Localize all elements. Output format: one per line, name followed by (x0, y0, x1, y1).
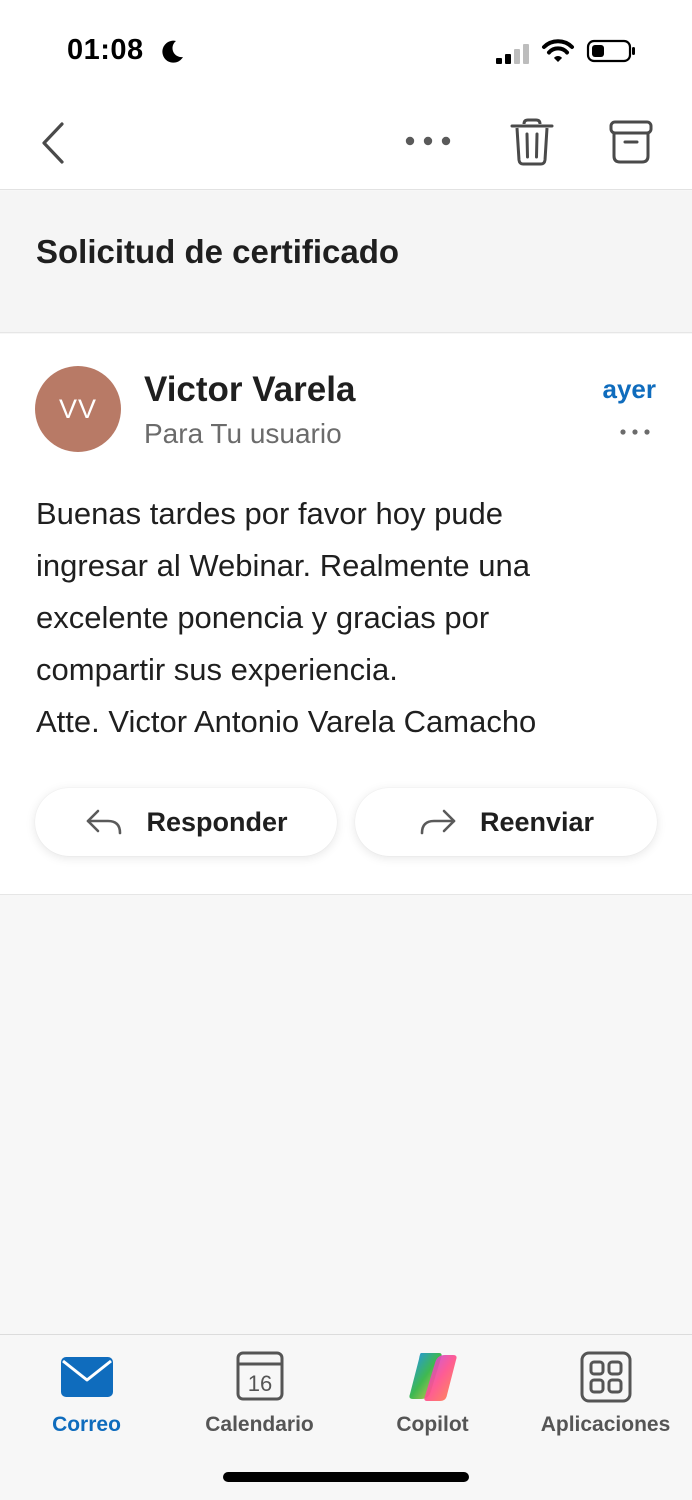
moon-icon (162, 40, 183, 63)
email-subject: Solicitud de certificado (36, 233, 400, 270)
message-date: ayer (602, 374, 657, 404)
copilot-icon (408, 1353, 457, 1401)
reply-button[interactable]: Responder (35, 788, 337, 856)
message-more-icon[interactable] (618, 424, 652, 440)
signal-icon (496, 44, 529, 64)
forward-button[interactable]: Reenviar (355, 788, 657, 856)
battery-icon (586, 39, 635, 63)
tab-calendario[interactable]: 16 Calendario (173, 1335, 346, 1445)
wifi-icon (542, 39, 574, 62)
bottom-tab-bar: Correo 16 Calendario Copilot Aplicacione… (0, 1334, 692, 1500)
subject-header: Solicitud de certificado (0, 191, 692, 333)
tab-label: Correo (52, 1413, 121, 1436)
tab-aplicaciones[interactable]: Aplicaciones (519, 1335, 692, 1445)
status-time: 01:08 (67, 34, 144, 66)
message-body: Buenas tardes por favor hoy pude ingresa… (36, 488, 666, 748)
tab-correo[interactable]: Correo (0, 1335, 173, 1445)
tab-label: Aplicaciones (540, 1413, 671, 1436)
body-line: ingresar al Webinar. Realmente una (36, 548, 530, 583)
tab-label: Copilot (396, 1413, 469, 1436)
chevron-left-icon[interactable] (36, 118, 72, 168)
apps-grid-icon (580, 1351, 631, 1403)
sender-name[interactable]: Victor Varela (144, 370, 355, 410)
archive-icon[interactable] (606, 116, 656, 168)
message-toolbar (0, 100, 692, 190)
avatar-initials: VV (58, 393, 98, 424)
body-line: Atte. Victor Antonio Varela Camacho (36, 704, 537, 739)
status-bar: 01:08 (0, 0, 692, 100)
reply-label: Responder (146, 806, 288, 837)
body-line: compartir sus experiencia. (36, 652, 398, 687)
calendar-icon: 16 (236, 1351, 283, 1401)
mail-icon (60, 1357, 113, 1397)
reply-icon (87, 809, 122, 835)
body-line: Buenas tardes por favor hoy pude (36, 496, 504, 531)
trash-icon[interactable] (508, 116, 556, 168)
avatar[interactable]: VV (35, 366, 121, 452)
message-card: VV Victor Varela Para Tu usuario ayer Bu… (0, 334, 692, 895)
home-indicator[interactable] (223, 1472, 469, 1482)
calendar-day: 16 (247, 1371, 271, 1396)
tab-copilot[interactable]: Copilot (346, 1335, 519, 1445)
more-horizontal-icon[interactable] (400, 126, 456, 156)
tab-label: Calendario (205, 1413, 314, 1436)
forward-icon (420, 809, 456, 835)
recipient-line[interactable]: Para Tu usuario (144, 418, 342, 450)
body-line: excelente ponencia y gracias por (36, 600, 490, 635)
forward-label: Reenviar (479, 806, 595, 837)
